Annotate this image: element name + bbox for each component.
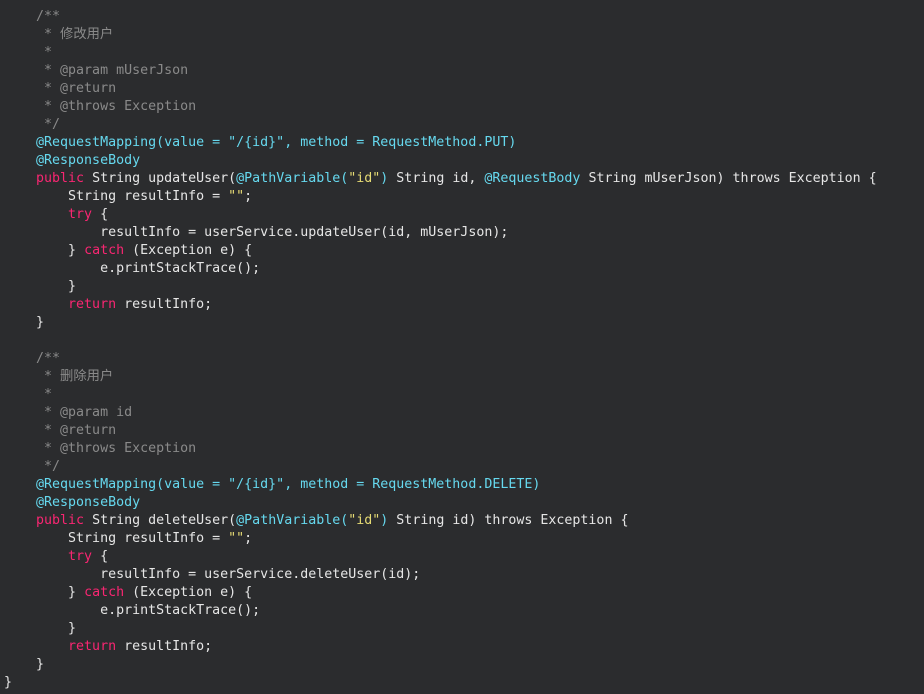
- code-token-string: "": [228, 189, 245, 204]
- code-line[interactable]: public String deleteUser(@PathVariable("…: [4, 512, 628, 530]
- code-line[interactable]: }: [4, 674, 12, 692]
- code-token-default: resultInfo = userService.updateUser(id, …: [4, 225, 509, 240]
- code-line[interactable]: * @param id: [4, 404, 132, 422]
- code-token-default: {: [100, 207, 109, 222]
- code-token-string: "id": [348, 171, 381, 186]
- code-line[interactable]: String resultInfo = "";: [4, 530, 252, 548]
- code-token-default: }: [4, 675, 13, 690]
- code-token-default: {: [100, 549, 109, 564]
- code-line[interactable]: @RequestMapping(value = "/{id}", method …: [4, 134, 516, 152]
- code-line[interactable]: @ResponseBody: [4, 494, 140, 512]
- code-line[interactable]: resultInfo = userService.deleteUser(id);: [4, 566, 420, 584]
- code-token-default: ;: [244, 189, 253, 204]
- code-token-comment: */: [4, 459, 61, 474]
- code-line[interactable]: } catch (Exception e) {: [4, 242, 252, 260]
- code-token-default: }: [4, 585, 85, 600]
- code-token-comment: *: [4, 387, 53, 402]
- code-line[interactable]: @RequestMapping(value = "/{id}", method …: [4, 476, 540, 494]
- code-line[interactable]: String resultInfo = "";: [4, 188, 252, 206]
- code-token-annotation: @ResponseBody: [4, 495, 141, 510]
- code-token-default: String mUserJson) throws Exception {: [580, 171, 877, 186]
- code-line[interactable]: } catch (Exception e) {: [4, 584, 252, 602]
- code-token-string: "id": [348, 513, 381, 528]
- code-line[interactable]: * @throws Exception: [4, 440, 196, 458]
- code-line[interactable]: e.printStackTrace();: [4, 260, 260, 278]
- code-line[interactable]: * 删除用户: [4, 368, 113, 386]
- code-token-annotation: @RequestMapping(value = "/{id}", method …: [4, 135, 517, 150]
- code-token-comment: * @throws Exception: [4, 441, 197, 456]
- code-line[interactable]: }: [4, 278, 76, 296]
- code-token-keyword: catch: [84, 243, 133, 258]
- code-line[interactable]: * @return: [4, 80, 116, 98]
- code-token-default: }: [4, 621, 77, 636]
- code-token-default: resultInfo = userService.deleteUser(id);: [4, 567, 421, 582]
- code-line[interactable]: }: [4, 620, 76, 638]
- code-line[interactable]: /**: [4, 350, 60, 368]
- code-token-annotation: @RequestMapping(value = "/{id}", method …: [4, 477, 541, 492]
- code-line[interactable]: *: [4, 44, 52, 62]
- code-token-default: String id,: [388, 171, 485, 186]
- code-token-default: }: [4, 657, 45, 672]
- code-token-default: ;: [244, 531, 253, 546]
- code-token-default: e.printStackTrace();: [4, 603, 261, 618]
- code-line[interactable]: return resultInfo;: [4, 296, 212, 314]
- code-token-annotation: @RequestBody: [484, 171, 581, 186]
- code-token-keyword: try: [4, 549, 101, 564]
- code-token-default: }: [4, 315, 45, 330]
- code-line[interactable]: * 修改用户: [4, 26, 113, 44]
- code-token-comment: *: [4, 45, 53, 60]
- code-line[interactable]: * @return: [4, 422, 116, 440]
- code-token-string: "": [228, 531, 245, 546]
- code-token-annotation: @PathVariable(: [236, 171, 349, 186]
- code-token-comment: * 删除用户: [4, 369, 114, 384]
- code-line[interactable]: }: [4, 656, 44, 674]
- code-token-comment: /**: [4, 351, 61, 366]
- code-token-keyword: return: [4, 639, 125, 654]
- code-line[interactable]: return resultInfo;: [4, 638, 212, 656]
- code-token-comment: */: [4, 117, 61, 132]
- code-token-comment: * @return: [4, 81, 117, 96]
- code-line[interactable]: try {: [4, 206, 108, 224]
- code-token-comment: * @return: [4, 423, 117, 438]
- code-token-comment: * @throws Exception: [4, 99, 197, 114]
- code-token-default: resultInfo;: [124, 639, 213, 654]
- code-line[interactable]: }: [4, 314, 44, 332]
- code-line[interactable]: resultInfo = userService.updateUser(id, …: [4, 224, 508, 242]
- code-token-default: resultInfo;: [124, 297, 213, 312]
- code-token-default: (Exception e) {: [132, 585, 253, 600]
- code-line[interactable]: e.printStackTrace();: [4, 602, 260, 620]
- code-token-default: String updateUser(: [92, 171, 237, 186]
- code-line[interactable]: *: [4, 386, 52, 404]
- code-token-annotation: @ResponseBody: [4, 153, 141, 168]
- code-line[interactable]: */: [4, 458, 60, 476]
- code-token-default: }: [4, 279, 77, 294]
- code-line[interactable]: public String updateUser(@PathVariable("…: [4, 170, 877, 188]
- code-token-keyword: catch: [84, 585, 133, 600]
- code-line[interactable]: * @param mUserJson: [4, 62, 188, 80]
- code-token-default: String id) throws Exception {: [388, 513, 629, 528]
- code-token-keyword: return: [4, 297, 125, 312]
- code-line[interactable]: * @throws Exception: [4, 98, 196, 116]
- code-token-comment: /**: [4, 9, 61, 24]
- code-token-default: e.printStackTrace();: [4, 261, 261, 276]
- code-token-default: }: [4, 243, 85, 258]
- code-line[interactable]: */: [4, 116, 60, 134]
- code-token-annotation: @PathVariable(: [236, 513, 349, 528]
- code-token-keyword: public: [4, 513, 93, 528]
- code-line[interactable]: /**: [4, 8, 60, 26]
- code-token-default: String deleteUser(: [92, 513, 237, 528]
- code-editor[interactable]: /** * 修改用户 * * @param mUserJson * @retur…: [0, 0, 924, 694]
- code-token-keyword: try: [4, 207, 101, 222]
- code-token-comment: * @param id: [4, 405, 133, 420]
- code-line[interactable]: try {: [4, 548, 108, 566]
- code-token-default: (Exception e) {: [132, 243, 253, 258]
- code-line[interactable]: @ResponseBody: [4, 152, 140, 170]
- code-token-comment: * @param mUserJson: [4, 63, 189, 78]
- code-token-default: String resultInfo =: [4, 189, 229, 204]
- code-token-default: String resultInfo =: [4, 531, 229, 546]
- code-token-comment: * 修改用户: [4, 27, 114, 42]
- code-token-keyword: public: [4, 171, 93, 186]
